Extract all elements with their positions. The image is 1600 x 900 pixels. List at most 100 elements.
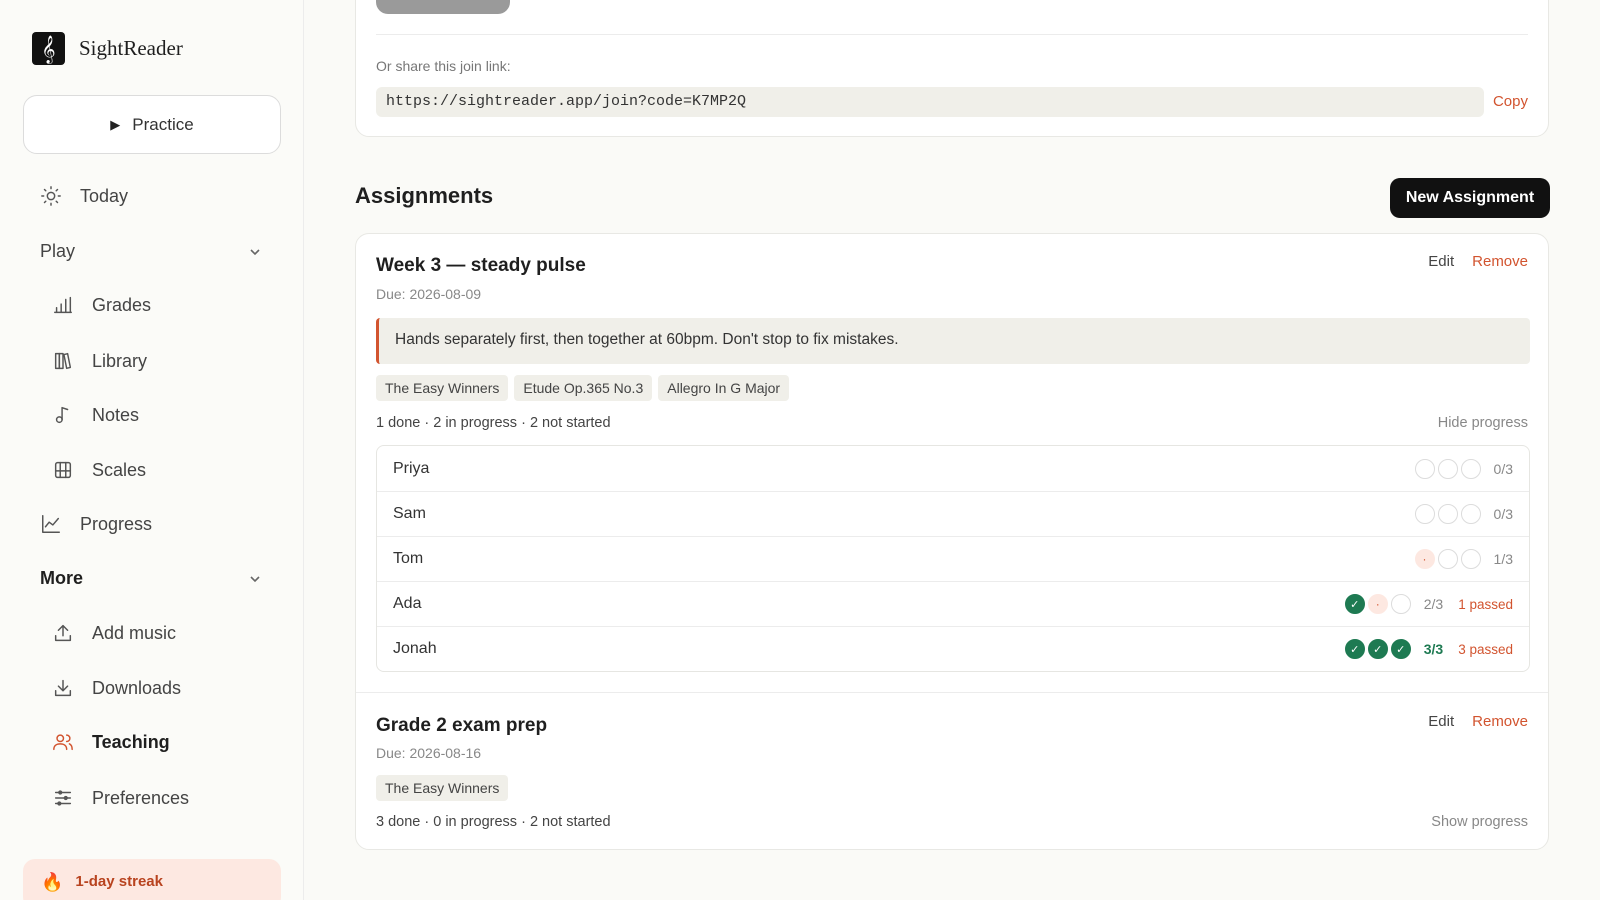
chevron-down-icon: [250, 575, 260, 582]
sidebar-item-progress[interactable]: Progress: [40, 513, 152, 535]
assignment-due-date: Due: 2026-08-16: [376, 745, 482, 761]
sidebar-item-teaching[interactable]: Teaching: [52, 731, 170, 753]
sidebar-item-label: Library: [92, 350, 148, 371]
nav-group-label: Play: [40, 241, 76, 261]
student-row: Jonah ✓ ✓ ✓ 3/3 3 passed: [377, 626, 1529, 671]
sidebar-item-label: Scales: [92, 459, 147, 480]
completion-count: 1/3: [1493, 551, 1513, 567]
copy-button[interactable]: Copy: [1493, 93, 1528, 110]
student-progress: · 1/3: [1414, 549, 1513, 569]
check-icon: ✓: [1344, 594, 1365, 614]
piece-tags: The Easy Winners Etude Op.365 No.3 Alleg…: [376, 375, 790, 401]
sidebar: 𝄞 SightReader ▶ Practice Today Play Grad…: [0, 0, 304, 900]
sidebar-item-notes[interactable]: Notes: [52, 404, 139, 426]
hide-progress-toggle[interactable]: Hide progress: [1438, 415, 1528, 431]
share-label: Or share this join link:: [376, 58, 511, 74]
in-progress-dot-icon: ·: [1367, 594, 1388, 614]
assignment-item: Grade 2 exam prep Edit Remove Due: 2026-…: [356, 692, 1548, 850]
sidebar-item-label: Preferences: [92, 787, 190, 808]
remove-button[interactable]: Remove: [1472, 713, 1528, 730]
edit-button[interactable]: Edit: [1428, 253, 1454, 270]
join-card: Or share this join link: https://sightre…: [355, 0, 1549, 137]
assignment-title: Week 3 — steady pulse: [376, 255, 586, 276]
check-icon: ✓: [1367, 639, 1388, 659]
empty-circle-icon: [1414, 458, 1435, 479]
music-note-icon: [55, 406, 69, 424]
sidebar-item-today[interactable]: Today: [40, 185, 128, 207]
empty-circle-icon: [1460, 549, 1481, 569]
divider: [376, 34, 1528, 35]
sidebar-item-label: Today: [80, 185, 129, 206]
piano-keys-icon: [54, 461, 72, 479]
empty-circle-icon: [1390, 594, 1411, 614]
sidebar-item-label: Add music: [92, 622, 177, 643]
sidebar-item-downloads[interactable]: Downloads: [52, 677, 181, 699]
student-row: Tom · 1/3: [377, 536, 1529, 581]
empty-circle-icon: [1437, 458, 1458, 479]
assignment-item: Week 3 — steady pulse Edit Remove Due: 2…: [356, 234, 1548, 692]
library-icon: [54, 352, 72, 370]
sidebar-item-scales[interactable]: Scales: [52, 459, 146, 481]
upload-icon: [54, 624, 72, 642]
play-icon: ▶: [110, 116, 121, 132]
student-row: Priya 0/3: [377, 446, 1529, 491]
completion-count: 2/3: [1423, 596, 1444, 612]
student-name: Ada: [393, 595, 422, 612]
student-progress: ✓ · 2/3 1 passed: [1344, 594, 1513, 614]
check-icon: ✓: [1390, 639, 1411, 659]
empty-circle-icon: [1460, 504, 1481, 524]
completion-count: 0/3: [1493, 506, 1513, 522]
student-progress-table: Priya 0/3 Sam 0/3 Tom · 1/3 Ada ✓ · 2/3 1 passed Jon…: [376, 445, 1530, 672]
completion-count: 0/3: [1493, 460, 1513, 477]
student-name: Tom: [393, 550, 424, 567]
new-assignment-button[interactable]: New Assignment: [1390, 178, 1550, 218]
sidebar-item-label: Progress: [80, 513, 153, 534]
student-name: Priya: [393, 459, 430, 477]
piece-tag[interactable]: The Easy Winners: [376, 375, 509, 401]
student-progress: ✓ ✓ ✓ 3/3 3 passed: [1344, 639, 1513, 659]
piece-tag[interactable]: Allegro In G Major: [658, 375, 790, 401]
brand[interactable]: 𝄞 SightReader: [32, 32, 183, 65]
sidebar-item-label: Notes: [92, 404, 140, 425]
show-progress-toggle[interactable]: Show progress: [1431, 814, 1528, 830]
student-progress: 0/3: [1414, 504, 1513, 524]
line-chart-icon: [42, 515, 60, 533]
sidebar-item-label: Downloads: [92, 677, 182, 698]
check-icon: ✓: [1344, 639, 1365, 659]
empty-circle-icon: [1437, 504, 1458, 524]
join-link-field[interactable]: https://sightreader.app/join?code=K7MP2Q: [376, 87, 1484, 117]
flame-icon: 🔥: [41, 872, 64, 892]
assignment-note: Hands separately first, then together at…: [376, 318, 1530, 364]
empty-circle-icon: [1414, 504, 1435, 524]
sidebar-item-add-music[interactable]: Add music: [52, 622, 176, 644]
practice-button[interactable]: ▶ Practice: [23, 95, 281, 154]
nav-group-play[interactable]: Play: [40, 241, 262, 262]
nav-group-label: More: [40, 568, 84, 588]
nav-group-more[interactable]: More: [40, 568, 262, 589]
assignment-title: Grade 2 exam prep: [376, 715, 548, 736]
practice-label: Practice: [132, 114, 194, 134]
sidebar-item-grades[interactable]: Grades: [52, 294, 151, 316]
sidebar-item-library[interactable]: Library: [52, 350, 147, 372]
streak-label: 1-day streak: [75, 873, 163, 890]
remove-button[interactable]: Remove: [1472, 253, 1528, 270]
edit-button[interactable]: Edit: [1428, 713, 1454, 730]
in-progress-dot-icon: ·: [1414, 549, 1435, 569]
sidebar-item-preferences[interactable]: Preferences: [52, 787, 189, 809]
treble-clef-logo-icon: 𝄞: [32, 32, 65, 65]
student-name: Jonah: [393, 640, 437, 657]
cut-off-button[interactable]: [376, 0, 510, 14]
piece-tag[interactable]: Etude Op.365 No.3: [514, 375, 653, 401]
piece-tag[interactable]: The Easy Winners: [376, 775, 509, 801]
users-icon: [53, 734, 73, 751]
sliders-icon: [54, 790, 72, 806]
sidebar-item-label: Teaching: [92, 731, 170, 752]
piece-tags: The Easy Winners: [376, 775, 509, 801]
download-icon: [54, 679, 72, 697]
student-row: Ada ✓ · 2/3 1 passed: [377, 581, 1529, 626]
streak-badge: 🔥 1-day streak: [23, 859, 281, 900]
assignment-actions: Edit Remove: [1428, 253, 1528, 270]
student-name: Sam: [393, 505, 426, 522]
passed-count: 3 passed: [1458, 641, 1513, 657]
student-row: Sam 0/3: [377, 491, 1529, 536]
